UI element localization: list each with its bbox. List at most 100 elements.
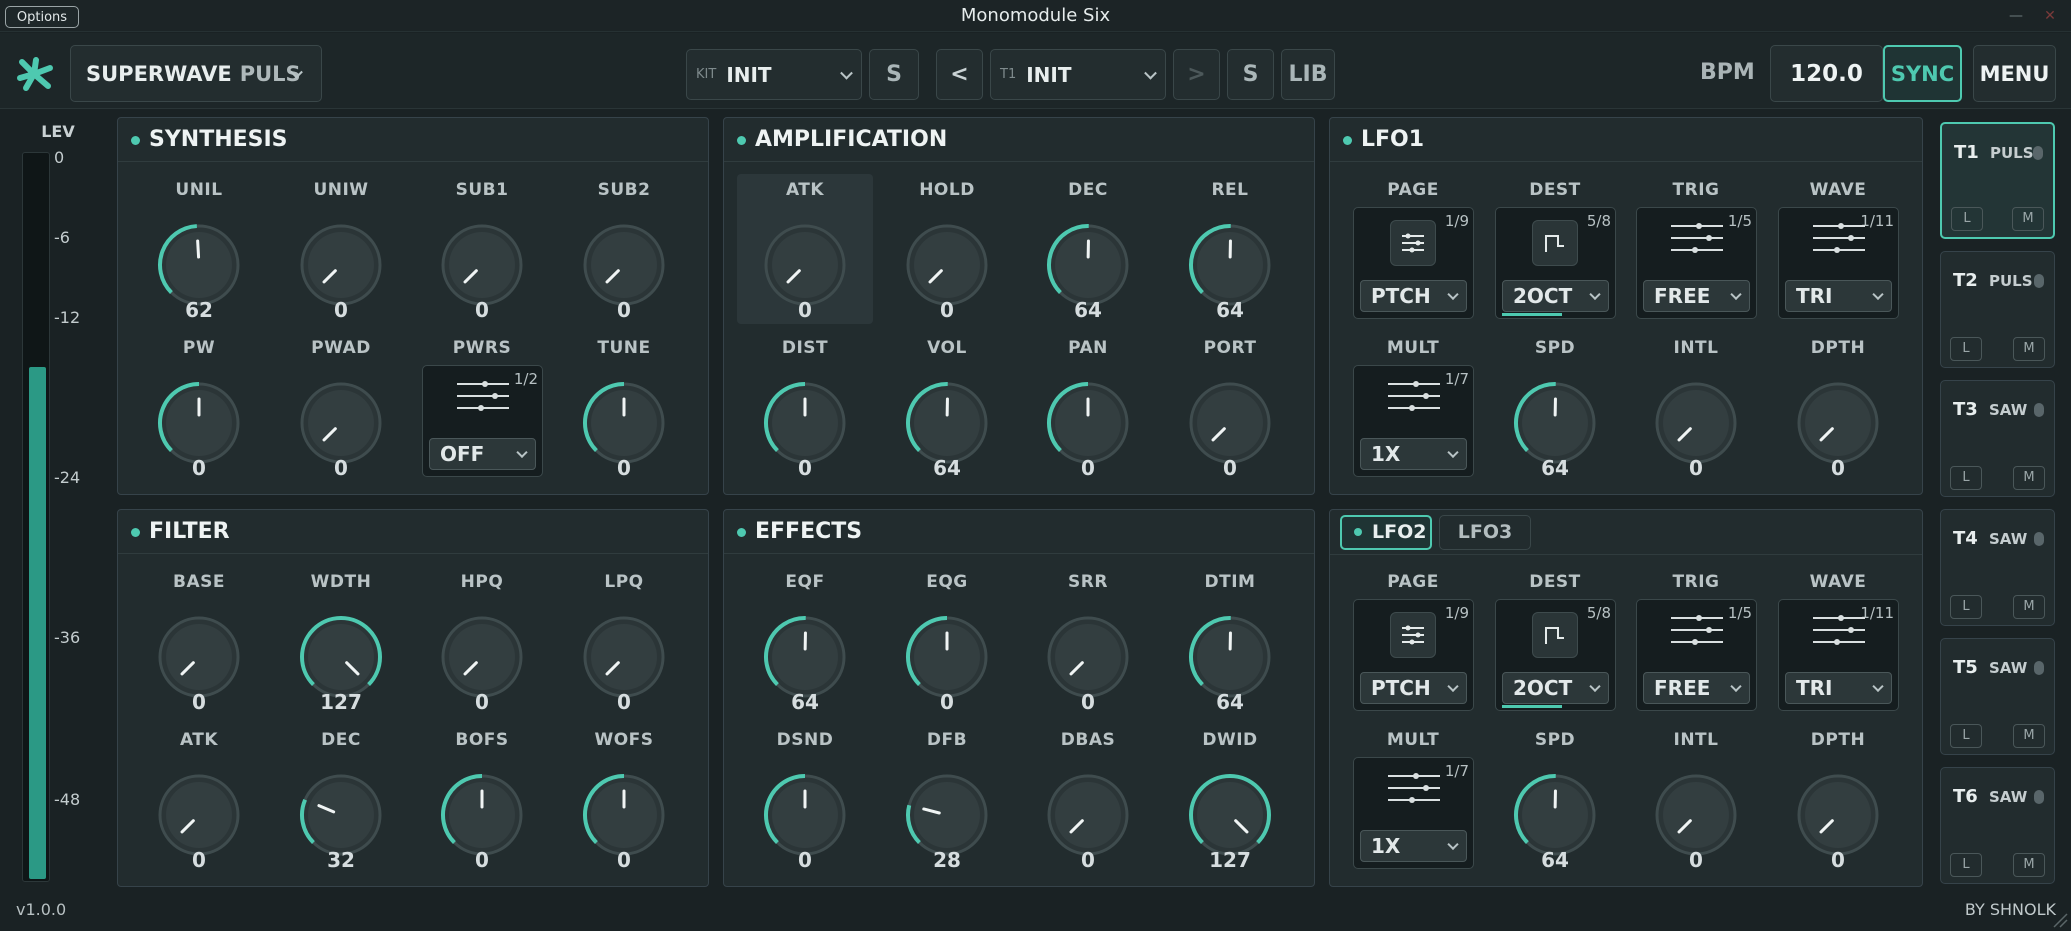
tab-lfo3[interactable]: LFO3: [1439, 515, 1531, 550]
rel-knob[interactable]: [1188, 223, 1272, 307]
hold-knob[interactable]: [905, 223, 989, 307]
trig-selector[interactable]: 1/5 FREE: [1636, 207, 1757, 319]
preset-dropdown[interactable]: SUPERWAVE PULS: [70, 45, 322, 102]
pwad-knob[interactable]: [299, 381, 383, 465]
eqg-knob[interactable]: [905, 615, 989, 699]
dfb-knob[interactable]: [905, 773, 989, 857]
track-l-button[interactable]: L: [1950, 853, 1982, 877]
track-type: PULS: [1990, 144, 2034, 162]
selector-option[interactable]: 1X: [1360, 830, 1467, 862]
wofs-knob[interactable]: [582, 773, 666, 857]
next-track-button[interactable]: >: [1173, 49, 1220, 100]
selector-option[interactable]: TRI: [1785, 280, 1892, 312]
kit-dropdown[interactable]: KIT INIT: [686, 49, 862, 100]
pw-knob[interactable]: [157, 381, 241, 465]
level-tick: -12: [54, 308, 81, 327]
track-l-button[interactable]: L: [1950, 595, 1982, 619]
track-card-t6[interactable]: T6 SAW L M: [1940, 767, 2055, 884]
wave-selector[interactable]: 1/11 TRI: [1778, 599, 1899, 711]
level-tick: -48: [54, 790, 81, 809]
port-knob[interactable]: [1188, 381, 1272, 465]
track-m-button[interactable]: M: [2013, 466, 2045, 490]
wave-selector[interactable]: 1/11 TRI: [1778, 207, 1899, 319]
base-knob[interactable]: [157, 615, 241, 699]
dpth-knob[interactable]: [1796, 381, 1880, 465]
intl-knob[interactable]: [1654, 381, 1738, 465]
spd-knob[interactable]: [1513, 773, 1597, 857]
selector-option[interactable]: TRI: [1785, 672, 1892, 704]
mult-selector[interactable]: 1/7 1X: [1353, 757, 1474, 869]
dtim-knob[interactable]: [1188, 615, 1272, 699]
sub2-knob[interactable]: [582, 223, 666, 307]
tab-lfo2[interactable]: LFO2: [1340, 515, 1432, 550]
selector-option[interactable]: OFF: [429, 438, 536, 470]
track-m-button[interactable]: M: [2012, 207, 2044, 231]
page-selector[interactable]: 1/9 PTCH: [1353, 599, 1474, 711]
track-card-t5[interactable]: T5 SAW L M: [1940, 638, 2055, 755]
srr-knob[interactable]: [1046, 615, 1130, 699]
dest-selector[interactable]: 5/8 2OCT: [1495, 599, 1616, 711]
bpm-value-field[interactable]: 120.0: [1770, 45, 1883, 102]
pwrs-selector[interactable]: 1/2 OFF: [422, 365, 543, 477]
tune-knob[interactable]: [582, 381, 666, 465]
prev-track-button[interactable]: <: [936, 49, 983, 100]
dec-knob[interactable]: [299, 773, 383, 857]
unil-knob[interactable]: [157, 223, 241, 307]
dbas-knob[interactable]: [1046, 773, 1130, 857]
sync-button[interactable]: SYNC: [1883, 45, 1962, 102]
track-m-button[interactable]: M: [2013, 337, 2045, 361]
selector-option[interactable]: PTCH: [1360, 672, 1467, 704]
dist-knob[interactable]: [763, 381, 847, 465]
library-button[interactable]: LIB: [1281, 49, 1335, 100]
tune-value: 0: [617, 456, 631, 480]
selector-option[interactable]: 2OCT: [1502, 280, 1609, 312]
track-l-button[interactable]: L: [1951, 207, 1983, 231]
dsnd-knob[interactable]: [763, 773, 847, 857]
wdth-knob[interactable]: [299, 615, 383, 699]
eqf-knob[interactable]: [763, 615, 847, 699]
trig-selector[interactable]: 1/5 FREE: [1636, 599, 1757, 711]
page-selector[interactable]: 1/9 PTCH: [1353, 207, 1474, 319]
pan-knob[interactable]: [1046, 381, 1130, 465]
selector-option[interactable]: 1X: [1360, 438, 1467, 470]
selector-option[interactable]: FREE: [1643, 672, 1750, 704]
dest-selector[interactable]: 5/8 2OCT: [1495, 207, 1616, 319]
track-preset-dropdown[interactable]: T1 INIT: [990, 49, 1166, 100]
track-m-button[interactable]: M: [2013, 724, 2045, 748]
track-card-t4[interactable]: T4 SAW L M: [1940, 509, 2055, 626]
selector-option[interactable]: PTCH: [1360, 280, 1467, 312]
track-m-button[interactable]: M: [2013, 595, 2045, 619]
lpq-knob[interactable]: [582, 615, 666, 699]
dec-knob[interactable]: [1046, 223, 1130, 307]
track-m-button[interactable]: M: [2013, 853, 2045, 877]
spd-label: SPD: [1534, 338, 1576, 358]
track-card-t1[interactable]: T1 PULS L M: [1940, 122, 2055, 239]
track-card-t2[interactable]: T2 PULS L M: [1940, 251, 2055, 368]
atk-knob[interactable]: [763, 223, 847, 307]
track-l-button[interactable]: L: [1950, 466, 1982, 490]
options-button[interactable]: Options: [5, 6, 79, 28]
hpq-knob[interactable]: [440, 615, 524, 699]
mult-selector[interactable]: 1/7 1X: [1353, 365, 1474, 477]
spd-knob[interactable]: [1513, 381, 1597, 465]
uniw-knob[interactable]: [299, 223, 383, 307]
menu-button[interactable]: MENU: [1973, 45, 2056, 102]
intl-knob[interactable]: [1654, 773, 1738, 857]
track-l-button[interactable]: L: [1950, 724, 1982, 748]
bofs-knob[interactable]: [440, 773, 524, 857]
resize-grip-icon[interactable]: [2052, 912, 2068, 928]
minimize-icon[interactable]: —: [2006, 6, 2026, 26]
selector-option[interactable]: 2OCT: [1502, 672, 1609, 704]
track-card-t3[interactable]: T3 SAW L M: [1940, 380, 2055, 497]
sub1-knob[interactable]: [440, 223, 524, 307]
close-icon[interactable]: ✕: [2040, 6, 2060, 26]
track-l-button[interactable]: L: [1950, 337, 1982, 361]
selector-option[interactable]: FREE: [1643, 280, 1750, 312]
atk-knob[interactable]: [157, 773, 241, 857]
vol-knob[interactable]: [905, 381, 989, 465]
track-save-button[interactable]: S: [1227, 49, 1274, 100]
dpth-knob[interactable]: [1796, 773, 1880, 857]
kit-save-button[interactable]: S: [869, 49, 919, 100]
wofs-label: WOFS: [594, 730, 654, 750]
dwid-knob[interactable]: [1188, 773, 1272, 857]
